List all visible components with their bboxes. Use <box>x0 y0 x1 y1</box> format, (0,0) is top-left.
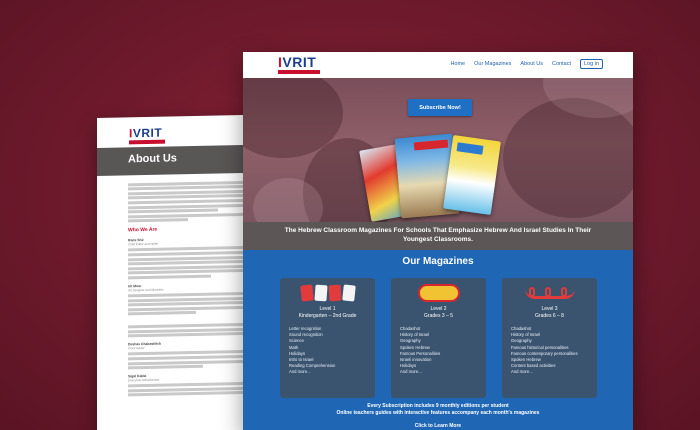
login-button[interactable]: Log in <box>580 59 603 69</box>
hero-banner: Subscribe Now! <box>243 78 633 222</box>
logo-wordmark: IVRIT <box>129 125 163 141</box>
home-page-preview: IVRIT Home Our Magazines About Us Contac… <box>243 52 633 430</box>
ivrit-logo[interactable]: IVRIT <box>278 54 320 74</box>
teacher-guides-note: Online teachers guides with interactive … <box>336 410 540 416</box>
list-item: And more... <box>511 369 533 375</box>
grade-range: Kindergarten – 2nd Grade <box>298 313 357 319</box>
level-card-2[interactable]: Level 2 Grades 3 – 5 Chadashot History o… <box>391 278 486 398</box>
tagline-line-1: The Hebrew Classroom Magazines For Schoo… <box>284 227 592 234</box>
level-card-1[interactable]: Level 1 Kindergarten – 2nd Grade Letter … <box>280 278 375 398</box>
list-item: And more... <box>400 369 422 375</box>
grade-range: Grades 6 – 8 <box>535 313 564 319</box>
level-3-logo-icon <box>502 282 597 304</box>
our-magazines-heading: Our Magazines <box>402 256 474 267</box>
grade-range: Grades 3 – 5 <box>424 313 453 319</box>
top-navigation: IVRIT Home Our Magazines About Us Contac… <box>243 52 633 78</box>
level-card-3[interactable]: Level 3 Grades 6 – 8 Chadashot History o… <box>502 278 597 398</box>
ivrit-logo[interactable]: IVRIT <box>129 125 165 145</box>
tagline-line-2: Youngest Classrooms. <box>403 236 473 243</box>
subscribe-now-button[interactable]: Subscribe Now! <box>408 99 472 116</box>
level-label: Level 1 <box>319 306 336 312</box>
nav-links: Home Our Magazines About Us Contact Log … <box>450 59 603 69</box>
nav-our-magazines[interactable]: Our Magazines <box>474 61 511 67</box>
level-1-logo-icon <box>280 282 375 304</box>
logo-underline-bar <box>278 70 320 74</box>
list-item: Famous historical personalities <box>511 344 569 350</box>
nav-home[interactable]: Home <box>450 61 465 67</box>
topic-list: Chadashot History of Israel Geography Fa… <box>511 326 578 376</box>
topic-list: Letter recognition Sound recognition Sci… <box>289 326 335 376</box>
topic-list: Chadashot History of Israel Geography Sp… <box>400 326 440 376</box>
about-title: About Us <box>128 152 177 166</box>
logo-underline-bar <box>129 139 165 145</box>
level-2-logo-icon <box>391 282 486 304</box>
learn-more-link[interactable]: Click to Learn More <box>243 423 633 429</box>
level-label: Level 3 <box>541 306 558 312</box>
our-magazines-section: Our Magazines Level 1 Kindergarten – 2nd… <box>243 250 633 430</box>
nav-contact[interactable]: Contact <box>552 61 571 67</box>
logo-wordmark: IVRIT <box>278 54 317 70</box>
subscription-note: Every Subscription includes 9 monthly ed… <box>367 403 509 409</box>
tagline-band: The Hebrew Classroom Magazines For Schoo… <box>243 222 633 250</box>
level-label: Level 2 <box>430 306 447 312</box>
list-item: And more... <box>289 369 311 375</box>
nav-about-us[interactable]: About Us <box>520 61 543 67</box>
